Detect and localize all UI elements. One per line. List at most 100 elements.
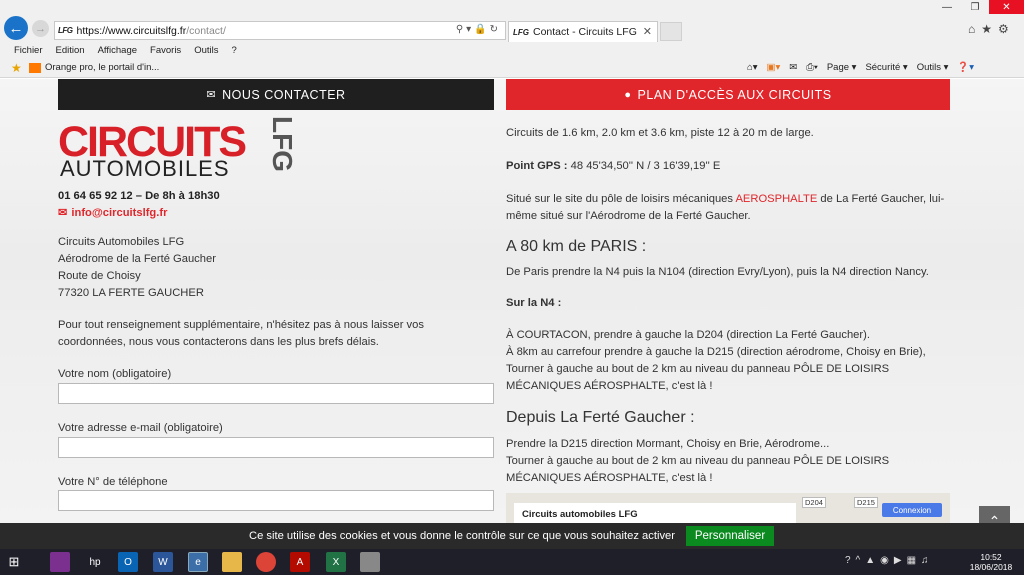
internet-explorer-icon[interactable]: e bbox=[188, 552, 208, 572]
windows-start-icon[interactable]: ⊞ bbox=[4, 552, 24, 572]
excel-icon[interactable]: X bbox=[326, 552, 346, 572]
road-label: D215 bbox=[854, 497, 878, 508]
word-icon[interactable]: W bbox=[153, 552, 173, 572]
n4-line: À COURTACON, prendre à gauche la D204 (d… bbox=[506, 329, 870, 341]
browser-titlebar: ← → LFG https://www.circuitslfg.fr /cont… bbox=[0, 0, 1024, 42]
chrome-icon[interactable] bbox=[256, 552, 276, 572]
phone-number: 01 64 65 92 12 – De 8h à 18h30 bbox=[58, 190, 220, 202]
address-line: Route de Choisy bbox=[58, 270, 141, 282]
menu-help[interactable]: ? bbox=[231, 45, 236, 56]
scroll-to-top-button[interactable]: ⌃ bbox=[979, 506, 1010, 523]
address-line: Circuits Automobiles LFG bbox=[58, 236, 185, 248]
app-icon[interactable] bbox=[360, 552, 380, 572]
mail-icon[interactable]: ✉ bbox=[789, 62, 797, 73]
contact-button-label: NOUS CONTACTER bbox=[222, 87, 346, 102]
command-bar: ⌂▾ ▣▾ ✉ ⎙▾ Page ▾ Sécurité ▾ Outils ▾ ❓▾ bbox=[747, 62, 983, 73]
map-connexion-button[interactable]: Connexion bbox=[882, 503, 942, 517]
print-icon[interactable]: ⎙▾ bbox=[806, 62, 818, 73]
orange-favicon-icon bbox=[29, 63, 41, 73]
menu-fichier[interactable]: Fichier bbox=[14, 45, 43, 56]
map-marker-icon: ● bbox=[624, 88, 632, 101]
app-icon[interactable] bbox=[50, 552, 70, 572]
gps-label: Point GPS : bbox=[506, 160, 568, 172]
home-favorites-settings-icons[interactable]: ⌂★⚙ bbox=[968, 22, 1015, 36]
personnaliser-button[interactable]: Personnaliser bbox=[686, 526, 774, 546]
logo-lfg: LFG bbox=[267, 116, 298, 172]
system-clock[interactable]: 10:52 18/06/2018 bbox=[967, 552, 1015, 572]
aerosphalte-link[interactable]: AEROSPHALTE bbox=[735, 193, 817, 205]
map-button-label: PLAN D'ACCÈS AUX CIRCUITS bbox=[637, 87, 832, 102]
map-button[interactable]: ● PLAN D'ACCÈS AUX CIRCUITS bbox=[506, 79, 950, 110]
rss-icon[interactable]: ▣▾ bbox=[767, 62, 781, 73]
acrobat-icon[interactable]: A bbox=[290, 552, 310, 572]
search-lock-refresh-icons[interactable]: ⚲▾🔒↻ bbox=[456, 24, 501, 35]
add-favorite-star-icon[interactable]: ★ bbox=[11, 61, 22, 75]
map-place-card[interactable]: Circuits automobiles LFG bbox=[514, 503, 796, 523]
logo-automobiles: AUTOMOBILES bbox=[60, 156, 230, 181]
paris-directions: De Paris prendre la N4 puis la N104 (dir… bbox=[506, 266, 929, 278]
email-input[interactable] bbox=[58, 437, 494, 458]
cookie-banner: Ce site utilise des cookies et vous donn… bbox=[0, 523, 1024, 549]
name-label: Votre nom (obligatoire) bbox=[58, 368, 172, 380]
tab-title: Contact - Circuits LFG bbox=[533, 26, 637, 38]
site-text-before: Situé sur le site du pôle de loisirs méc… bbox=[506, 193, 736, 205]
heading-ferte: Depuis La Ferté Gaucher : bbox=[506, 409, 695, 426]
forward-button[interactable]: → bbox=[32, 20, 49, 37]
outlook-icon[interactable]: O bbox=[118, 552, 138, 572]
page-menu[interactable]: Page ▾ bbox=[827, 62, 857, 73]
security-menu[interactable]: Sécurité ▾ bbox=[865, 62, 907, 73]
gps-info: Point GPS : 48 45'34,50'' N / 3 16'39,19… bbox=[506, 158, 952, 175]
favorite-orange-pro[interactable]: Orange pro, le portail d'in... bbox=[45, 62, 159, 73]
tools-menu[interactable]: Outils ▾ bbox=[917, 62, 949, 73]
menu-bar: Fichier Edition Affichage Favoris Outils… bbox=[0, 42, 1024, 58]
phone-label: Votre N° de téléphone bbox=[58, 476, 168, 488]
browser-tab[interactable]: LFG Contact - Circuits LFG ✕ bbox=[508, 21, 658, 42]
back-button[interactable]: ← bbox=[4, 16, 28, 40]
email-address: info@circuitslfg.fr bbox=[71, 207, 168, 219]
site-favicon: LFG bbox=[58, 26, 73, 35]
menu-outils[interactable]: Outils bbox=[194, 45, 218, 56]
menu-affichage[interactable]: Affichage bbox=[98, 45, 137, 56]
system-tray[interactable]: ?^▲◉▶▦♫ bbox=[845, 555, 934, 566]
google-map[interactable]: D204 D215 Circuits automobiles LFG Conne… bbox=[506, 493, 950, 523]
intro-text: Pour tout renseignement supplémentaire, … bbox=[58, 319, 424, 348]
email-link[interactable]: ✉ info@circuitslfg.fr bbox=[58, 205, 167, 222]
contact-button[interactable]: ✉ NOUS CONTACTER bbox=[58, 79, 494, 110]
name-input[interactable] bbox=[58, 383, 494, 404]
phone-input[interactable] bbox=[58, 490, 494, 511]
url-path: /contact/ bbox=[186, 24, 226, 37]
circuits-info: Circuits de 1.6 km, 2.0 km et 3.6 km, pi… bbox=[506, 127, 814, 139]
envelope-icon: ✉ bbox=[206, 89, 217, 101]
hp-icon[interactable]: hp bbox=[85, 552, 105, 572]
n4-line: À 8km au carrefour prendre à gauche la D… bbox=[506, 346, 926, 358]
windows-taskbar: ⊞ hp O W e A X ?^▲◉▶▦♫ 10:52 18/06/2018 bbox=[0, 549, 1024, 575]
tab-favicon: LFG bbox=[513, 27, 529, 37]
close-window-button[interactable]: ✕ bbox=[989, 0, 1024, 14]
menu-edition[interactable]: Edition bbox=[56, 45, 85, 56]
close-tab-icon[interactable]: ✕ bbox=[643, 25, 652, 38]
site-logo[interactable]: CIRCUITS AUTOMOBILES LFG bbox=[58, 116, 298, 184]
ferte-line: Tourner à gauche au bout de 2 km au nive… bbox=[506, 455, 890, 484]
clock-time: 10:52 bbox=[980, 552, 1002, 562]
url-host: https://www.circuitslfg.fr bbox=[76, 24, 187, 37]
email-field-label: Votre adresse e-mail (obligatoire) bbox=[58, 422, 223, 434]
n4-label: Sur la N4 : bbox=[506, 297, 562, 309]
n4-line: Tourner à gauche au bout de 2 km au nive… bbox=[506, 363, 890, 392]
new-tab-button[interactable] bbox=[660, 22, 682, 41]
mail-icon: ✉ bbox=[58, 207, 68, 219]
clock-date: 18/06/2018 bbox=[969, 562, 1013, 572]
cookie-text: Ce site utilise des cookies et vous donn… bbox=[249, 530, 675, 542]
file-explorer-icon[interactable] bbox=[222, 552, 242, 572]
maximize-button[interactable]: ❐ bbox=[961, 0, 989, 14]
gps-value: 48 45'34,50'' N / 3 16'39,19'' E bbox=[567, 160, 721, 172]
road-label: D204 bbox=[802, 497, 826, 508]
home-icon[interactable]: ⌂▾ bbox=[747, 62, 758, 73]
site-info: Situé sur le site du pôle de loisirs méc… bbox=[506, 191, 952, 225]
web-page: ✉ NOUS CONTACTER ● PLAN D'ACCÈS AUX CIRC… bbox=[0, 79, 1024, 523]
heading-paris: A 80 km de PARIS : bbox=[506, 238, 647, 255]
help-icon[interactable]: ❓▾ bbox=[957, 62, 974, 73]
menu-favoris[interactable]: Favoris bbox=[150, 45, 181, 56]
minimize-button[interactable]: — bbox=[933, 0, 961, 14]
address-bar[interactable]: LFG https://www.circuitslfg.fr /contact/… bbox=[54, 21, 506, 40]
ferte-line: Prendre la D215 direction Mormant, Chois… bbox=[506, 438, 830, 450]
